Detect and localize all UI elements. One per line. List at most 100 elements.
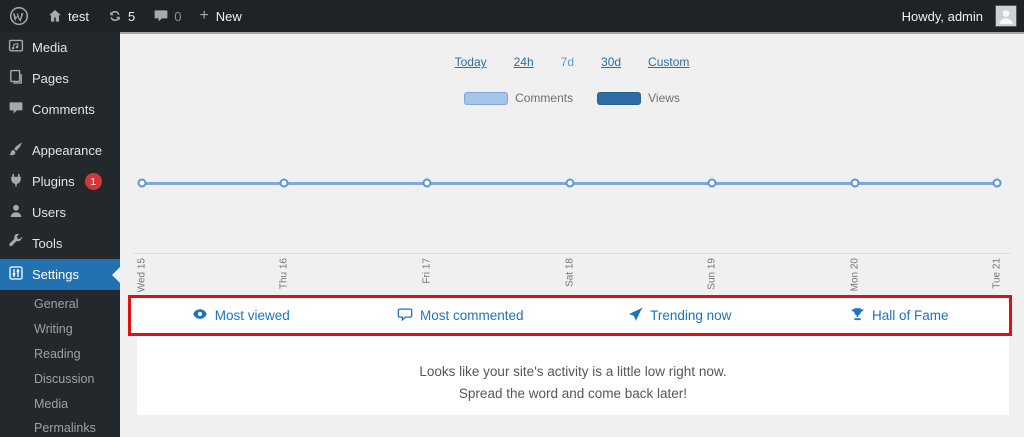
submenu-item-discussion[interactable]: Discussion [0,367,120,392]
submenu-item-general[interactable]: General [0,292,120,317]
empty-state-line2: Spread the word and come back later! [458,386,688,401]
x-axis-line [134,253,1011,254]
plus-icon: + [199,7,209,24]
admin-sidebar-menu: Media Pages Comments Appearance Plugins … [0,32,120,437]
tab-hall-of-fame[interactable]: Hall of Fame [790,298,1010,333]
legend-label: Comments [515,91,574,105]
updates-icon [107,8,123,24]
sidebar-item-tools[interactable]: Tools [0,228,120,259]
sidebar-item-media[interactable]: Media [0,32,120,63]
site-name: test [68,8,89,24]
x-axis-label: Tue 21 [991,258,1003,289]
plugins-icon [8,172,24,191]
sidebar-item-label: Users [32,205,66,220]
active-menu-arrow [112,266,120,283]
updates-link[interactable]: 5 [98,0,144,32]
tab-label: Most commented [419,308,524,323]
sidebar-item-pages[interactable]: Pages [0,63,120,94]
empty-state-line1: Looks like your site's activity is a lit… [419,364,727,379]
new-content-menu[interactable]: + New [190,0,250,32]
sidebar-item-users[interactable]: Users [0,197,120,228]
x-axis-label: Mon 20 [849,258,860,292]
pages-icon [8,69,24,88]
x-axis-label: Fri 17 [421,258,433,284]
updates-count: 5 [127,8,136,24]
submenu-item-reading[interactable]: Reading [0,342,120,367]
filter-7d[interactable]: 7d [561,55,574,69]
comment-icon [397,306,413,325]
tab-label: Trending now [650,308,732,323]
views-legend-swatch [597,91,642,105]
data-point[interactable] [279,178,289,188]
sidebar-item-label: Comments [32,102,95,117]
legend-item-views[interactable]: Views [597,91,680,105]
eye-icon [192,306,208,325]
comments-icon [8,100,24,119]
tab-label: Most viewed [214,308,290,323]
filter-today[interactable]: Today [455,55,487,69]
popular-posts-tabs: Most viewed Most commented Trending now … [128,295,1012,336]
data-point[interactable] [992,178,1002,188]
x-axis-label: Wed 15 [136,258,148,293]
data-point[interactable] [422,178,432,188]
new-label: New [215,8,242,24]
submenu-item-permalinks[interactable]: Permalinks [0,416,120,437]
comments-count: 0 [174,8,182,24]
sidebar-item-plugins[interactable]: Plugins 1 [0,166,120,197]
filter-24h[interactable]: 24h [514,55,534,69]
comments-link[interactable]: 0 [144,0,190,32]
sidebar-item-settings[interactable]: Settings [0,259,120,290]
wordpress-admin-screen: test 5 0 + New Howdy, admin Media Pages … [0,0,1024,437]
sidebar-item-label: Plugins [32,174,75,189]
chart-legend: Comments Views [120,91,1024,105]
users-icon [8,203,24,222]
sidebar-item-label: Tools [32,236,63,251]
comment-bubble-icon [153,8,169,24]
home-icon [47,8,63,24]
content-top-divider [120,32,1024,34]
filter-30d[interactable]: 30d [601,55,621,69]
my-account-menu[interactable]: Howdy, admin [893,0,1024,32]
sidebar-item-label: Appearance [32,143,103,158]
empty-state-message: Looks like your site's activity is a lit… [137,336,1009,415]
sidebar-item-comments[interactable]: Comments [0,94,120,125]
site-name-link[interactable]: test [38,0,98,32]
settings-submenu: General Writing Reading Discussion Media… [0,290,120,437]
data-point[interactable] [707,178,717,188]
tools-icon [8,233,24,253]
legend-item-comments[interactable]: Comments [464,91,597,105]
settings-icon [8,265,24,284]
wordpress-logo-icon [9,6,29,26]
tab-most-commented[interactable]: Most commented [351,298,571,333]
media-icon [8,38,24,57]
main-content: Today 24h 7d 30d Custom Comments Views Wed 1… [120,32,1024,437]
sidebar-item-label: Pages [32,71,69,86]
sidebar-item-label: Settings [32,267,79,282]
data-point[interactable] [137,178,147,188]
x-axis-label: Sat 18 [564,258,575,287]
sidebar-item-appearance[interactable]: Appearance [0,135,120,166]
x-axis-label: Sun 19 [706,258,718,290]
user-avatar [995,5,1017,27]
submenu-item-writing[interactable]: Writing [0,317,120,342]
x-axis-label: Thu 16 [278,258,290,290]
chart-plot [137,113,1002,253]
trophy-icon [850,307,865,325]
legend-label: Views [648,91,680,105]
howdy-text: Howdy, admin [901,8,983,24]
tab-most-viewed[interactable]: Most viewed [131,298,351,333]
appearance-icon [8,141,24,160]
filter-custom[interactable]: Custom [648,55,689,69]
wordpress-logo-menu[interactable] [0,0,38,32]
data-point[interactable] [565,178,574,188]
tab-label: Hall of Fame [871,308,949,323]
sidebar-item-label: Media [32,40,68,55]
admin-bar: test 5 0 + New Howdy, admin [0,0,1024,32]
data-point[interactable] [850,178,859,188]
tab-trending-now[interactable]: Trending now [570,298,790,333]
comments-legend-swatch [464,91,509,105]
submenu-item-media[interactable]: Media [0,392,120,417]
paper-plane-icon [628,307,643,325]
plugins-update-badge: 1 [84,173,102,190]
time-filters: Today 24h 7d 30d Custom [120,55,1024,69]
